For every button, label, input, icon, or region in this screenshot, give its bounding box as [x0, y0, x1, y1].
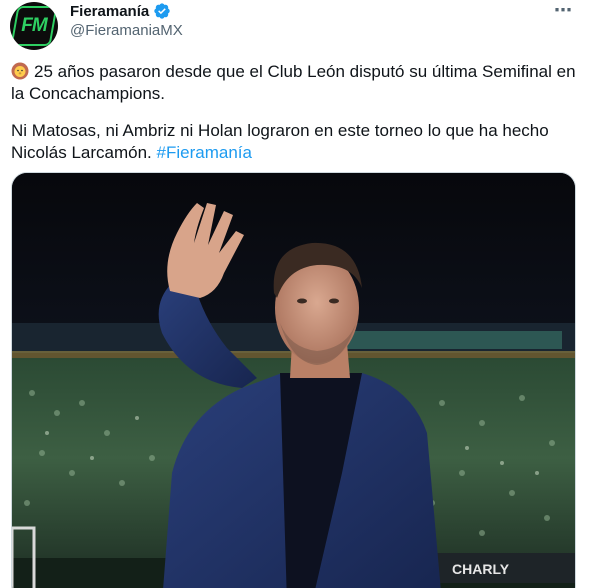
tweet-photo[interactable]: CHARLY [11, 172, 576, 588]
tweet-text-paragraph-1: 25 años pasaron desde que el Club León d… [11, 61, 581, 105]
paragraph-1-text: 25 años pasaron desde que el Club León d… [11, 62, 576, 103]
author-name-row: Fieramanía [70, 2, 171, 20]
hashtag-link[interactable]: #Fieramanía [157, 143, 252, 162]
avatar-logo-frame [10, 6, 58, 46]
lion-face-emoji [11, 62, 29, 80]
ad-banner-text: CHARLY [452, 561, 510, 577]
tweet-text-paragraph-2: Ni Matosas, ni Ambriz ni Holan lograron … [11, 120, 581, 164]
more-icon[interactable]: ⋯ [554, 0, 573, 21]
verified-badge-icon [154, 3, 170, 19]
paragraph-2-text: Ni Matosas, ni Ambriz ni Holan lograron … [11, 121, 549, 162]
author-handle[interactable]: @FieramaniaMX [70, 22, 183, 39]
photo-illustration: CHARLY [12, 173, 575, 588]
tweet-card: FM Fieramanía @FieramaniaMX ⋯ 25 años pa… [0, 0, 593, 588]
author-display-name[interactable]: Fieramanía [70, 3, 149, 20]
avatar[interactable]: FM [10, 2, 58, 50]
